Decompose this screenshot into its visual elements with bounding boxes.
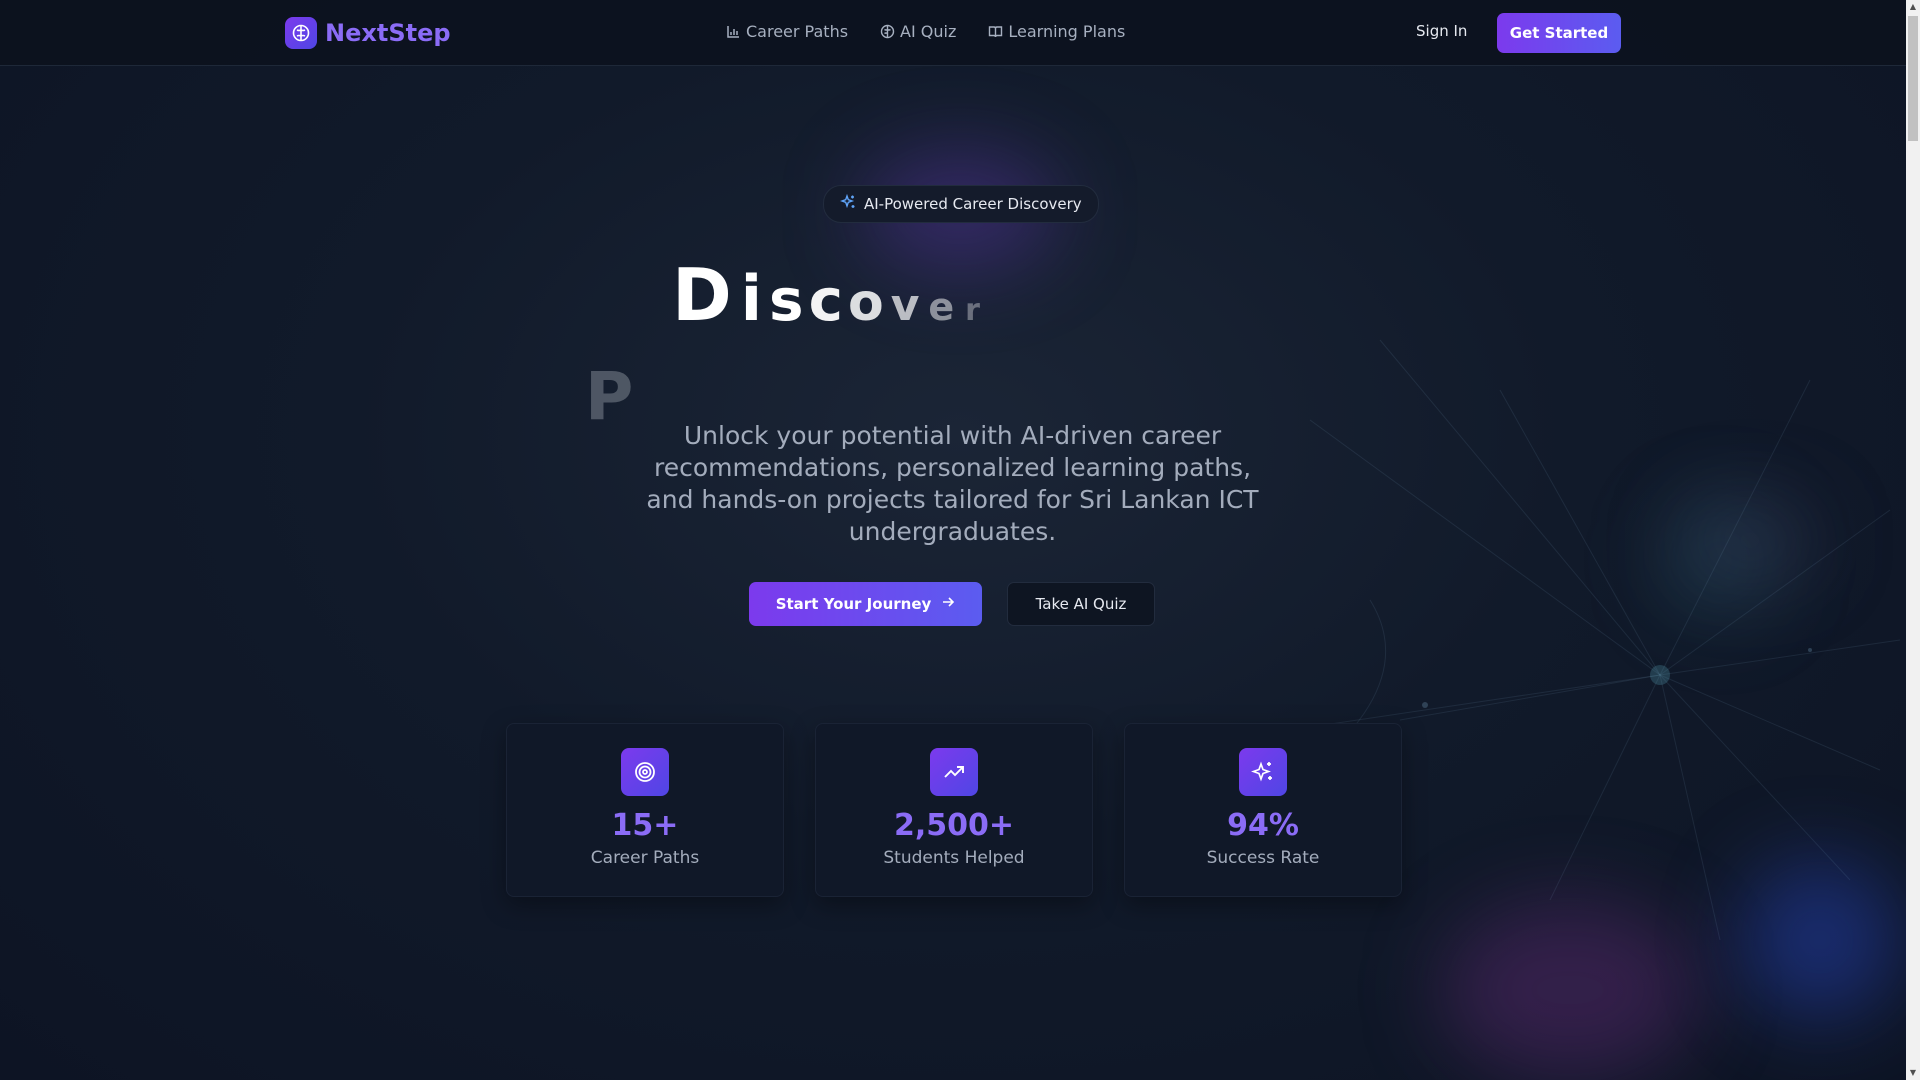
page-scrollbar[interactable]: ▲ ▼ — [1906, 0, 1920, 1080]
nav-learning-plans[interactable]: Learning Plans — [988, 22, 1125, 41]
stat-card-career-paths: 15+ Career Paths — [506, 723, 784, 897]
start-journey-label: Start Your Journey — [775, 595, 932, 613]
hero-badge: AI-Powered Career Discovery — [823, 185, 1099, 223]
background-glow — [1440, 900, 1700, 1080]
hero-title-letter: e — [928, 285, 956, 329]
hero-subtitle: Unlock your potential with AI-driven car… — [646, 421, 1259, 546]
background-glow — [1660, 500, 1780, 620]
hero-title-letter: s — [769, 266, 805, 334]
background-glow — [1740, 860, 1900, 1020]
scrollbar-thumb[interactable] — [1908, 16, 1918, 141]
hero-title-letter: o — [847, 273, 885, 333]
stat-label: Career Paths — [590, 848, 700, 868]
hero-title-letter: v — [890, 280, 921, 331]
nav-label: Learning Plans — [1008, 22, 1126, 41]
brain-icon — [285, 17, 317, 49]
stat-value: 15+ — [611, 808, 679, 843]
nav-career-paths[interactable]: Career Paths — [726, 22, 848, 41]
sparkles-icon — [839, 193, 856, 214]
book-icon — [988, 24, 1003, 39]
scroll-up-icon[interactable]: ▲ — [1906, 0, 1920, 14]
hero-title-letter: c — [808, 266, 844, 334]
trending-up-icon — [930, 748, 978, 796]
logo[interactable]: NextStep — [285, 17, 451, 49]
top-navbar: NextStep Career Paths AI Quiz Learning P… — [0, 0, 1906, 66]
stat-value: 94% — [1227, 808, 1299, 843]
nav-ai-quiz[interactable]: AI Quiz — [880, 22, 956, 41]
sign-in-link[interactable]: Sign In — [1416, 22, 1467, 40]
nav-label: Career Paths — [746, 22, 849, 41]
arrow-right-icon — [941, 595, 955, 613]
stat-label: Students Helped — [883, 848, 1025, 868]
stat-card-success-rate: 94% Success Rate — [1124, 723, 1402, 897]
hero-title-letter: i — [740, 262, 764, 335]
logo-text: NextStep — [325, 19, 451, 47]
main-nav: Career Paths AI Quiz Learning Plans — [726, 22, 1125, 41]
get-started-button[interactable]: Get Started — [1497, 13, 1621, 53]
background-glow — [1680, 500, 1820, 580]
hero-title-letter: r — [965, 293, 981, 328]
nav-label: AI Quiz — [900, 22, 957, 41]
sparkles-icon — [1239, 748, 1287, 796]
take-ai-quiz-button[interactable]: Take AI Quiz — [1007, 582, 1155, 626]
bar-chart-icon — [726, 24, 741, 39]
scroll-down-icon[interactable]: ▼ — [1906, 1066, 1920, 1080]
brain-icon — [880, 24, 895, 39]
hero-title-letter: D — [672, 253, 733, 337]
target-icon — [621, 748, 669, 796]
hero-title: Discover — [672, 253, 981, 337]
stat-card-students-helped: 2,500+ Students Helped — [815, 723, 1093, 897]
hero-title-second-line: P — [585, 358, 634, 435]
start-journey-button[interactable]: Start Your Journey — [749, 582, 982, 626]
hero-badge-text: AI-Powered Career Discovery — [864, 195, 1082, 213]
stat-value: 2,500+ — [893, 808, 1015, 843]
stat-label: Success Rate — [1206, 848, 1320, 868]
